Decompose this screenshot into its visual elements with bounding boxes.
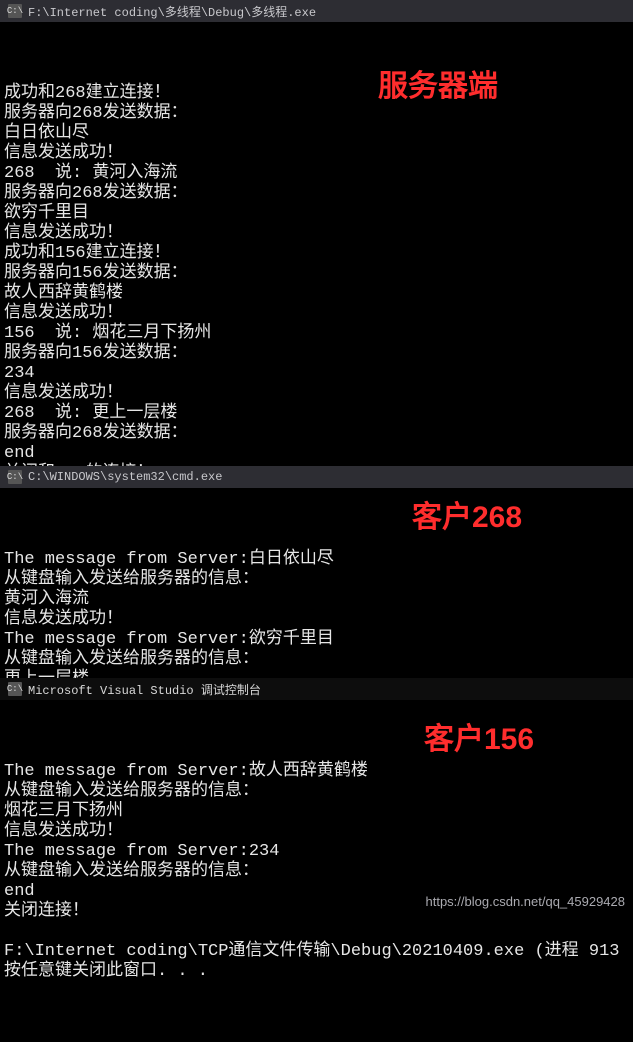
console-client-156[interactable]: 客户156 The message from Server:故人西辞黄鹤楼 从键… bbox=[0, 700, 633, 915]
window-client-156: C:\ Microsoft Visual Studio 调试控制台 客户156 … bbox=[0, 678, 633, 915]
title-text: F:\Internet coding\多线程\Debug\多线程.exe bbox=[28, 3, 316, 20]
overlay-label-client-156: 客户156 bbox=[424, 730, 534, 750]
watermark-text: https://blog.csdn.net/qq_45929428 bbox=[426, 892, 626, 912]
titlebar-server[interactable]: C:\ F:\Internet coding\多线程\Debug\多线程.exe bbox=[0, 0, 633, 22]
titlebar-client-268[interactable]: C:\ C:\WINDOWS\system32\cmd.exe bbox=[0, 466, 633, 488]
console-output: 成功和268建立连接！ 服务器向268发送数据： 白日依山尽 信息发送成功！ 2… bbox=[4, 84, 629, 504]
window-server: C:\ F:\Internet coding\多线程\Debug\多线程.exe… bbox=[0, 0, 633, 466]
title-text: Microsoft Visual Studio 调试控制台 bbox=[28, 681, 261, 698]
console-server[interactable]: 服务器端 成功和268建立连接！ 服务器向268发送数据： 白日依山尽 信息发送… bbox=[0, 22, 633, 466]
console-output: The message from Server:故人西辞黄鹤楼 从键盘输入发送给… bbox=[4, 762, 629, 982]
overlay-label-client-268: 客户268 bbox=[412, 508, 522, 528]
title-text: C:\WINDOWS\system32\cmd.exe bbox=[28, 470, 222, 484]
console-icon: C:\ bbox=[8, 4, 22, 18]
console-client-268[interactable]: 客户268 The message from Server:白日依山尽 从键盘输… bbox=[0, 488, 633, 678]
window-client-268: C:\ C:\WINDOWS\system32\cmd.exe 客户268 Th… bbox=[0, 466, 633, 678]
console-icon: C:\ bbox=[8, 682, 22, 696]
titlebar-client-156[interactable]: C:\ Microsoft Visual Studio 调试控制台 bbox=[0, 678, 633, 700]
console-icon: C:\ bbox=[8, 470, 22, 484]
overlay-label-server: 服务器端 bbox=[378, 77, 498, 97]
